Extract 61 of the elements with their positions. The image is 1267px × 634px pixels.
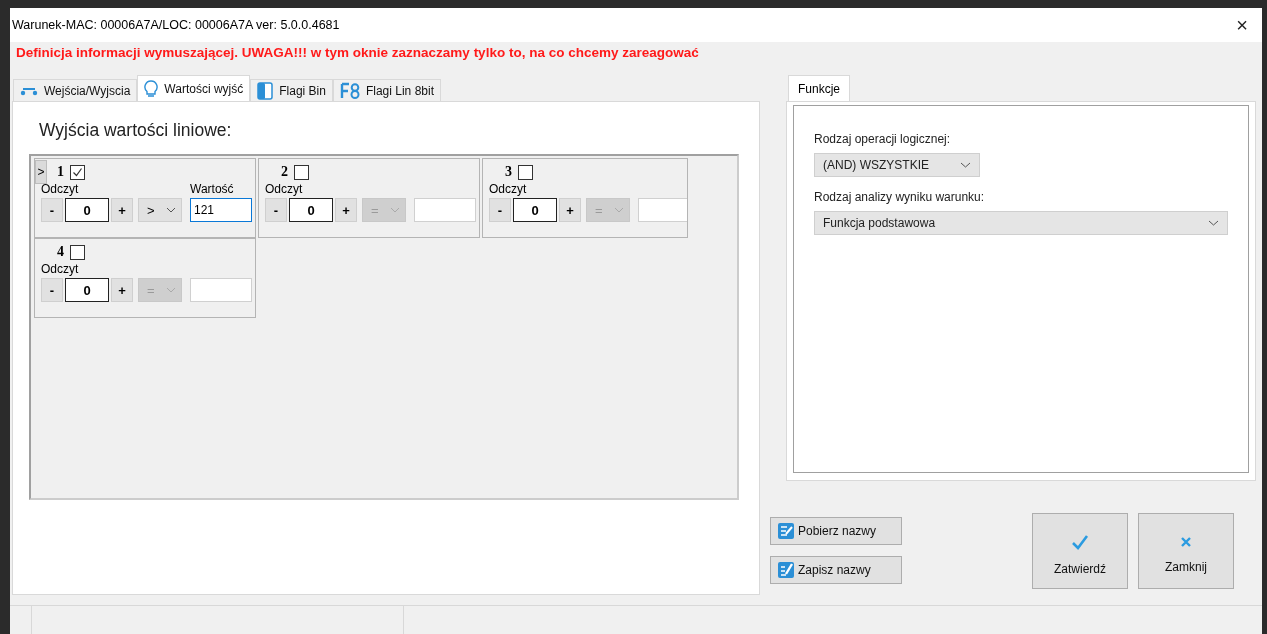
panel-title: Wyjścia wartości liniowe:: [39, 120, 233, 142]
tab[interactable]: Wartości wyjść: [137, 75, 251, 101]
reading-field: 0: [65, 278, 109, 302]
increment-button[interactable]: +: [559, 198, 581, 222]
value-field[interactable]: [190, 278, 252, 302]
expand-button[interactable]: >: [35, 160, 47, 184]
reading-label: Odczyt: [41, 262, 80, 276]
checkbox[interactable]: [70, 164, 85, 180]
chevron-down-icon: [390, 207, 400, 213]
chevron-down-icon: [166, 287, 176, 293]
close-button[interactable]: ×: [1222, 13, 1262, 37]
action-button[interactable]: Zatwierdź: [1032, 513, 1128, 589]
list-edit-icon: [777, 561, 795, 579]
checkbox[interactable]: [294, 164, 309, 180]
tab[interactable]: Flagi Lin 8bit: [332, 79, 441, 101]
value-field[interactable]: [414, 198, 476, 222]
switch-icon: [20, 85, 38, 96]
reading-field: 0: [289, 198, 333, 222]
value-field[interactable]: [638, 198, 687, 222]
window-title: Warunek-MAC: 00006A7A/LOC: 00006A7A ver: 5.0.0.4681: [12, 18, 340, 32]
value-label: Wartość: [190, 182, 235, 196]
reading-field: 0: [65, 198, 109, 222]
increment-button[interactable]: +: [111, 278, 133, 302]
output-number: 1: [57, 164, 64, 180]
output-number: 4: [57, 244, 64, 260]
increment-button[interactable]: +: [111, 198, 133, 222]
f8-icon: [339, 81, 360, 100]
reading-label: Odczyt: [41, 182, 80, 196]
warning-message: Definicja informacji wymuszającej. UWAGA!!! w tym oknie zaznaczamy tylko to, na co chcemy zareagować: [15, 44, 700, 62]
increment-button[interactable]: +: [335, 198, 357, 222]
output-number: 2: [281, 164, 288, 180]
list-edit-icon: [777, 522, 795, 540]
tab[interactable]: Wejścia/Wyjscia: [13, 79, 138, 101]
chevron-down-icon: [614, 207, 624, 213]
value-field[interactable]: 121: [190, 198, 252, 222]
names-button[interactable]: Pobierz nazwy: [770, 517, 902, 545]
decrement-button[interactable]: -: [41, 278, 63, 302]
lightbulb-icon: [144, 79, 159, 98]
chevron-down-icon: [1208, 220, 1219, 226]
checkbox[interactable]: [518, 164, 533, 180]
close-icon: [1180, 536, 1192, 548]
operator-dropdown[interactable]: >: [138, 198, 182, 222]
decrement-button[interactable]: -: [489, 198, 511, 222]
analysis-dropdown[interactable]: Funkcja podstawowa: [814, 211, 1228, 235]
checkbox[interactable]: [70, 244, 85, 260]
output-number: 3: [505, 164, 512, 180]
reading-field: 0: [513, 198, 557, 222]
chevron-down-icon: [960, 162, 971, 168]
decrement-button[interactable]: -: [41, 198, 63, 222]
reading-label: Odczyt: [265, 182, 304, 196]
decrement-button[interactable]: -: [265, 198, 287, 222]
reading-label: Odczyt: [489, 182, 528, 196]
check-icon: [1071, 534, 1089, 550]
logic-dropdown[interactable]: (AND) WSZYSTKIE: [814, 153, 980, 177]
logic-label: Rodzaj operacji logicznej:: [814, 132, 952, 146]
action-button[interactable]: Zamknij: [1138, 513, 1234, 589]
tab[interactable]: Funkcje: [788, 75, 850, 101]
chevron-down-icon: [166, 207, 176, 213]
tab[interactable]: Flagi Bin: [250, 79, 333, 101]
names-button[interactable]: Zapisz nazwy: [770, 556, 902, 584]
analysis-label: Rodzaj analizy wyniku warunku:: [814, 190, 986, 204]
